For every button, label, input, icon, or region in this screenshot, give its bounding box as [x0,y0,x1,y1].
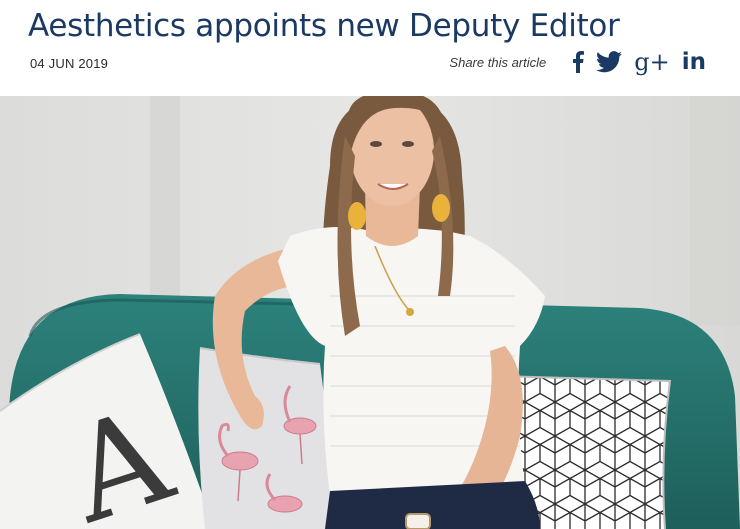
article-title: Aesthetics appoints new Deputy Editor [28,8,620,44]
share-label: Share this article [449,54,547,70]
article-date: 04 JUN 2019 [30,56,109,71]
twitter-icon[interactable] [596,51,623,73]
wall-panel [150,96,180,316]
article-photo: A [0,96,740,529]
photo-illustration: A [0,96,740,529]
window-edge [690,96,740,326]
linkedin-icon[interactable]: in [682,50,706,74]
share-bar: Share this article g+ in [449,50,706,74]
facebook-icon[interactable] [572,51,585,73]
google-plus-icon[interactable]: g+ [634,50,669,74]
article-header: Aesthetics appoints new Deputy Editor 04… [0,0,740,96]
